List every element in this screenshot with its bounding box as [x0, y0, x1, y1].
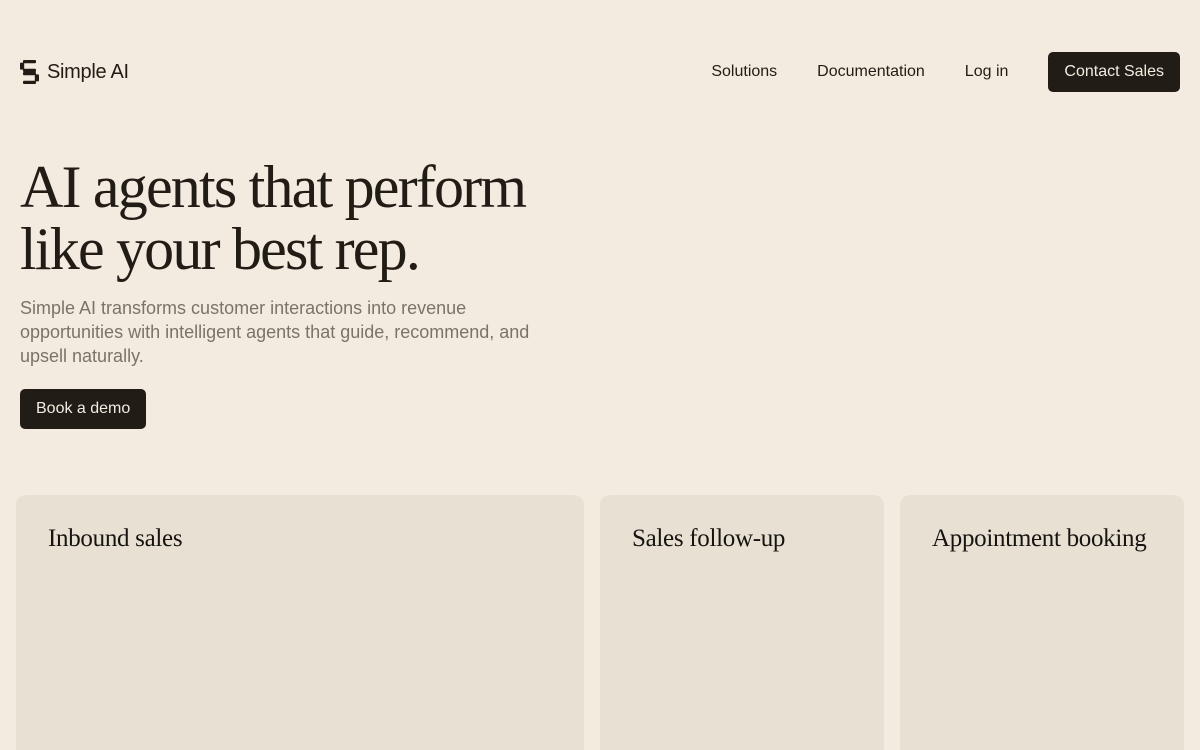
solution-card-inbound-sales[interactable]: Inbound sales	[16, 495, 584, 750]
card-title: Appointment booking	[932, 525, 1147, 552]
contact-sales-button[interactable]: Contact Sales	[1048, 52, 1180, 92]
solution-card-appointment-booking[interactable]: Appointment booking	[900, 495, 1184, 750]
brand-name: Simple AI	[47, 60, 129, 83]
landing-page: Simple AI Solutions Documentation Log in…	[0, 0, 1200, 750]
hero-subtitle: Simple AI transforms customer interactio…	[20, 298, 530, 366]
hero-title-line-2: like your best rep.	[20, 216, 421, 282]
hero-title-line-1: AI agents that perform	[20, 154, 527, 220]
card-title: Inbound sales	[48, 525, 183, 552]
hero-title: AI agents that perform like your best re…	[20, 156, 640, 280]
hero-section: AI agents that perform like your best re…	[20, 156, 640, 429]
site-header: Simple AI Solutions Documentation Log in…	[20, 52, 1180, 92]
solution-card-sales-follow-up[interactable]: Sales follow-up	[600, 495, 884, 750]
nav-link-solutions[interactable]: Solutions	[711, 63, 777, 81]
card-title: Sales follow-up	[632, 525, 786, 552]
brand-home-link[interactable]: Simple AI	[20, 60, 129, 84]
book-demo-button[interactable]: Book a demo	[20, 389, 147, 429]
stacked-s-logo-icon	[20, 60, 39, 84]
nav-link-documentation[interactable]: Documentation	[817, 63, 925, 81]
main-nav: Solutions Documentation Log in Contact S…	[711, 52, 1180, 92]
nav-link-login[interactable]: Log in	[965, 63, 1009, 81]
